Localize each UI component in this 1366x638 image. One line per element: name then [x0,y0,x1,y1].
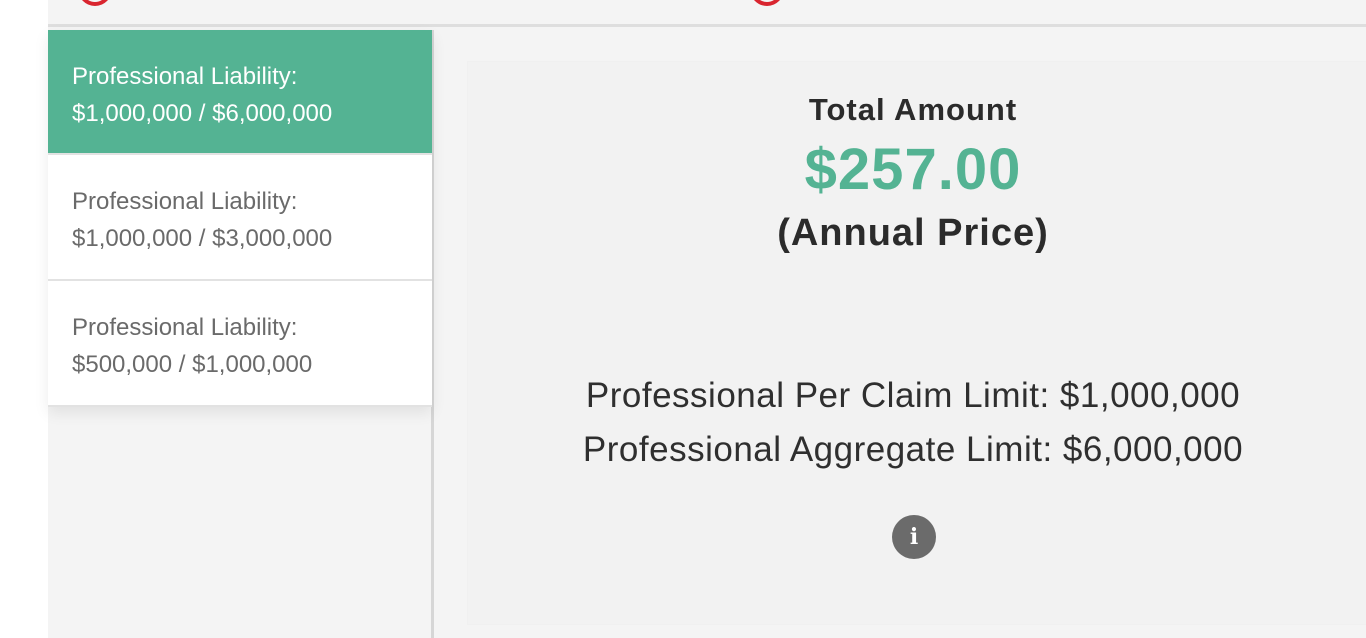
coverage-option-title: Professional Liability: [72,63,298,90]
step-indicator-circle [750,0,784,6]
page-frame: Professional Liability: $1,000,000 / $6,… [48,0,1366,638]
info-icon[interactable]: i [892,515,936,559]
coverage-option-title: Professional Liability: [72,314,298,341]
total-amount-value: $257.00 [804,137,1022,202]
total-amount-label: Total Amount [808,92,1018,127]
step-indicator-circle [78,0,112,6]
coverage-option-500k-1m[interactable]: Professional Liability: $500,000 / $1,00… [48,281,432,407]
coverage-option-1m-6m[interactable]: Professional Liability: $1,000,000 / $6,… [48,30,432,155]
coverage-option-list: Professional Liability: $1,000,000 / $6,… [48,30,432,407]
top-strip [48,0,1366,27]
coverage-option-limits: $1,000,000 / $6,000,000 [72,100,333,127]
price-summary-panel: Total Amount $257.00 (Annual Price) Prof… [468,62,1366,624]
coverage-option-limits: $1,000,000 / $3,000,000 [72,225,333,252]
price-period-label: (Annual Price) [777,212,1049,254]
coverage-option-limits: $500,000 / $1,000,000 [72,351,313,378]
aggregate-limit: Professional Aggregate Limit: $6,000,000 [582,430,1244,469]
coverage-option-1m-3m[interactable]: Professional Liability: $1,000,000 / $3,… [48,155,432,281]
coverage-options-sidebar: Professional Liability: $1,000,000 / $6,… [48,30,434,638]
coverage-option-title: Professional Liability: [72,188,298,215]
per-claim-limit: Professional Per Claim Limit: $1,000,000 [585,376,1241,415]
